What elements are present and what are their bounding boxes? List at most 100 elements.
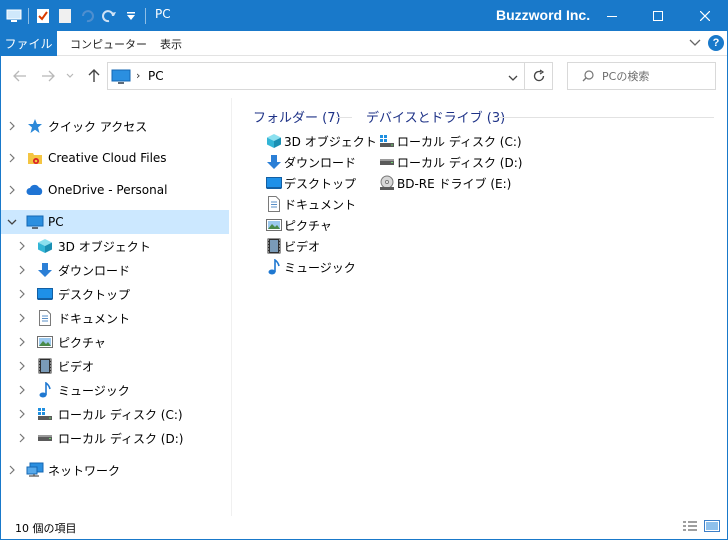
redo-icon[interactable] <box>101 8 117 24</box>
nav-item-3d-objects[interactable]: 3D オブジェクト <box>16 234 229 258</box>
nav-item-local-disk-d[interactable]: ローカル ディスク (D:) <box>16 426 229 450</box>
drive-local-disk-c[interactable]: ローカル ディスク (C:) <box>378 131 522 151</box>
maximize-button[interactable] <box>635 0 681 31</box>
up-button[interactable] <box>84 66 104 86</box>
folder-music[interactable]: ミュージック <box>265 257 356 277</box>
chevron-right-icon[interactable] <box>16 264 28 276</box>
nav-item-desktop[interactable]: デスクトップ <box>16 282 229 306</box>
window-title: PC <box>155 7 171 21</box>
folder-label: ビデオ <box>284 239 321 254</box>
chevron-right-icon[interactable] <box>16 408 28 420</box>
nav-item-quick-access[interactable]: クイック アクセス <box>0 114 229 138</box>
download-icon <box>265 153 283 171</box>
creative-cloud-folder-icon <box>26 149 44 167</box>
refresh-button[interactable] <box>525 62 553 90</box>
desktop-icon <box>36 285 54 303</box>
undo-icon[interactable] <box>79 8 95 24</box>
nav-item-label: ローカル ディスク (D:) <box>58 431 184 446</box>
video-icon <box>265 237 283 255</box>
chevron-right-icon[interactable] <box>16 336 28 348</box>
nav-item-onedrive[interactable]: OneDrive - Personal <box>0 178 229 202</box>
arrow-right-icon <box>42 70 55 82</box>
nav-item-label: ダウンロード <box>58 263 131 278</box>
nav-item-local-disk-c[interactable]: ローカル ディスク (C:) <box>16 402 229 426</box>
document-icon <box>265 195 283 213</box>
pane-divider[interactable] <box>231 98 232 516</box>
drive-bd-re[interactable]: BD-RE ドライブ (E:) <box>378 173 511 193</box>
drives-group-header[interactable]: デバイスとドライブ (3) <box>366 107 505 126</box>
chevron-right-icon[interactable] <box>16 312 28 324</box>
chevron-right-icon[interactable] <box>6 152 18 164</box>
nav-item-pictures[interactable]: ピクチャ <box>16 330 229 354</box>
chevron-expanded-icon[interactable] <box>6 216 18 228</box>
folder-label: デスクトップ <box>284 176 357 191</box>
forward-button[interactable] <box>38 66 58 86</box>
breadcrumb-separator[interactable]: › <box>136 69 140 82</box>
large-icons-view-button[interactable] <box>704 519 720 533</box>
network-icon <box>26 461 44 479</box>
chevron-right-icon[interactable] <box>6 184 18 196</box>
nav-item-documents[interactable]: ドキュメント <box>16 306 229 330</box>
back-button[interactable] <box>10 66 30 86</box>
chevron-down-icon <box>689 39 701 46</box>
address-history-dropdown[interactable] <box>508 71 518 85</box>
chevron-right-icon[interactable] <box>6 464 18 476</box>
chevron-right-icon[interactable] <box>16 360 28 372</box>
nav-item-label: OneDrive - Personal <box>48 183 168 197</box>
search-box[interactable] <box>567 62 716 90</box>
folder-downloads[interactable]: ダウンロード <box>265 152 356 172</box>
folder-label: ミュージック <box>284 260 356 275</box>
chevron-down-icon <box>66 73 74 78</box>
folder-videos[interactable]: ビデオ <box>265 236 320 256</box>
toolbar-separator <box>145 8 146 24</box>
nav-item-music[interactable]: ミュージック <box>16 378 229 402</box>
picture-icon <box>265 216 283 234</box>
recent-locations-button[interactable] <box>64 66 76 86</box>
nav-item-pc[interactable]: PC <box>0 210 229 234</box>
tab-computer[interactable]: コンピューター <box>70 31 147 56</box>
tab-file[interactable]: ファイル <box>0 31 57 56</box>
folder-3d-objects[interactable]: 3D オブジェクト <box>265 131 377 151</box>
star-icon <box>26 117 44 135</box>
chevron-right-icon[interactable] <box>16 384 28 396</box>
address-bar[interactable]: › PC <box>107 62 525 90</box>
nav-item-network[interactable]: ネットワーク <box>0 458 229 482</box>
tab-view[interactable]: 表示 <box>160 31 182 56</box>
chevron-right-icon[interactable] <box>6 120 18 132</box>
quick-access-toolbar <box>6 6 146 26</box>
customize-dropdown-icon[interactable] <box>123 8 139 24</box>
music-icon <box>265 258 283 276</box>
group-divider <box>336 117 352 118</box>
search-input[interactable] <box>602 67 710 85</box>
folder-documents[interactable]: ドキュメント <box>265 194 356 214</box>
drive-label: ローカル ディスク (D:) <box>397 155 523 170</box>
music-icon <box>36 381 54 399</box>
brand-label: Buzzword Inc. <box>496 7 591 23</box>
folder-desktop[interactable]: デスクトップ <box>265 173 356 193</box>
folder-pictures[interactable]: ピクチャ <box>265 215 332 235</box>
chevron-right-icon[interactable] <box>16 432 28 444</box>
nav-item-downloads[interactable]: ダウンロード <box>16 258 229 282</box>
document-icon <box>36 309 54 327</box>
pc-icon[interactable] <box>6 8 22 24</box>
chevron-right-icon[interactable] <box>16 240 28 252</box>
drive-label: BD-RE ドライブ (E:) <box>397 176 512 191</box>
expand-ribbon-button[interactable] <box>688 36 702 50</box>
3d-objects-icon <box>36 237 54 255</box>
help-button[interactable]: ? <box>708 35 724 51</box>
drive-local-disk-d[interactable]: ローカル ディスク (D:) <box>378 152 522 172</box>
nav-item-creative-cloud[interactable]: Creative Cloud Files <box>0 146 229 170</box>
nav-item-label: ネットワーク <box>48 463 121 478</box>
nav-item-videos[interactable]: ビデオ <box>16 354 229 378</box>
properties-icon[interactable] <box>35 8 51 24</box>
new-folder-icon[interactable] <box>57 8 73 24</box>
folder-label: ピクチャ <box>284 218 332 233</box>
details-view-button[interactable] <box>682 519 698 533</box>
minimize-button[interactable] <box>589 0 635 31</box>
folders-group-header[interactable]: フォルダー (7) <box>253 107 341 126</box>
download-icon <box>36 261 54 279</box>
nav-item-label: PC <box>48 215 64 229</box>
chevron-right-icon[interactable] <box>16 288 28 300</box>
close-button[interactable] <box>682 0 728 31</box>
breadcrumb[interactable]: PC <box>148 69 164 83</box>
